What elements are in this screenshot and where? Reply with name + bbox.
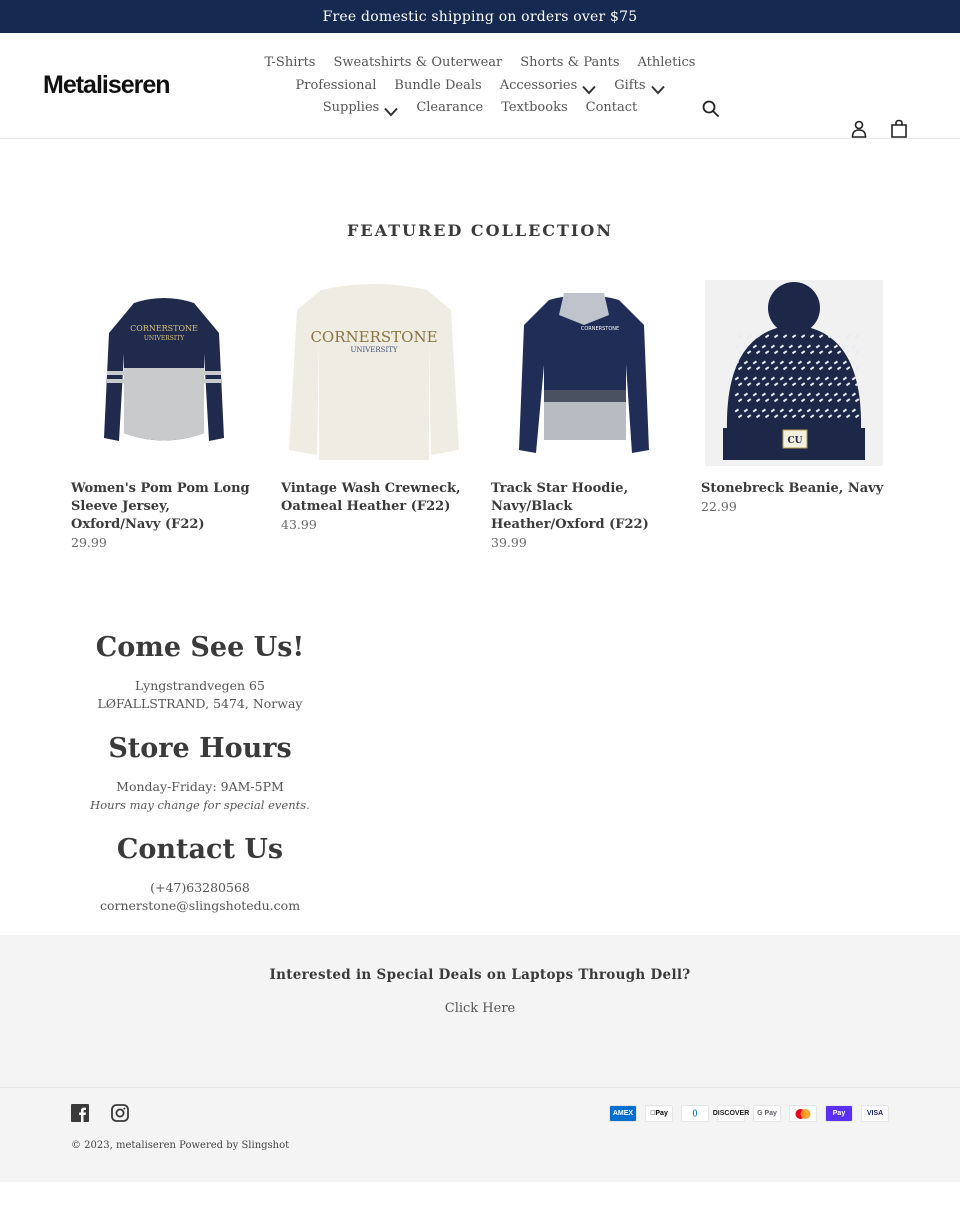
google-pay-icon: G Pay	[753, 1105, 781, 1122]
nav-item-label: Shorts & Pants	[520, 55, 620, 70]
nav-item-label: Contact	[585, 100, 638, 115]
main-content: FEATURED COLLECTION CORNERSTONE UNIVERSIT…	[0, 221, 960, 915]
nav-item-bundle-deals[interactable]: Bundle Deals	[394, 75, 481, 98]
product-image[interactable]: CU	[701, 280, 887, 466]
payment-icons: AMEX Pay () DISCOVER G Pay Pay VISA	[609, 1105, 889, 1122]
diners-club-icon: ()	[681, 1105, 709, 1122]
contact-heading: Contact Us	[116, 834, 284, 865]
announcement-text: Free domestic shipping on orders over $7…	[322, 8, 638, 25]
product-name[interactable]: Vintage Wash Crewneck, Oatmeal Heather (…	[281, 480, 467, 516]
nav-item-label: Accessories	[499, 77, 578, 93]
mastercard-icon	[789, 1105, 817, 1122]
main-nav: T-Shirts Sweatshirts & Outerwear Shorts & …	[255, 52, 705, 120]
svg-text:CORNERSTONE: CORNERSTONE	[581, 326, 619, 332]
facebook-icon[interactable]	[71, 1104, 89, 1126]
apple-pay-icon: Pay	[645, 1105, 673, 1122]
hours-heading: Store Hours	[108, 733, 292, 764]
nav-item-label: Clearance	[416, 100, 484, 115]
product-grid: CORNERSTONE UNIVERSITY Women's Pom Pom Lon…	[0, 280, 960, 552]
visit-heading: Come See Us!	[95, 632, 305, 663]
nav-item-label: Textbooks	[501, 100, 568, 115]
svg-text:UNIVERSITY: UNIVERSITY	[350, 346, 397, 354]
nav-item-accessories[interactable]: Accessories	[500, 75, 597, 98]
cart-icon[interactable]	[890, 119, 908, 143]
product-name[interactable]: Track Star Hoodie, Navy/Black Heather/Ox…	[491, 480, 677, 534]
nav-item-supplies[interactable]: Supplies	[323, 97, 399, 120]
product-card[interactable]: CU Stonebreck Beanie, Navy 22.99	[701, 280, 887, 552]
payment-label: Pay	[832, 1110, 846, 1117]
discover-icon: DISCOVER	[713, 1105, 749, 1122]
hours-note: Hours may change for special events.	[90, 798, 310, 812]
product-price: 29.99	[71, 535, 107, 550]
nav-item-gifts[interactable]: Gifts	[614, 75, 665, 98]
address-line1: Lyngstrandvegen 65	[135, 678, 265, 693]
copyright: © 2023, metaliseren Powered by Slingshot	[71, 1140, 290, 1151]
chevron-down-icon	[582, 81, 597, 95]
product-card[interactable]: CORNERSTONE UNIVERSITY Vintage Wash Crewne…	[281, 280, 467, 552]
svg-text:CORNERSTONE: CORNERSTONE	[130, 324, 198, 333]
svg-text:CORNERSTONE: CORNERSTONE	[310, 328, 437, 346]
phone-number: (+47)63280568	[150, 880, 250, 895]
nav-item-shorts-pants[interactable]: Shorts & Pants	[520, 52, 619, 75]
instagram-icon[interactable]	[111, 1104, 129, 1126]
dell-promo: Interested in Special Deals on Laptops T…	[0, 935, 960, 1088]
nav-item-label: Athletics	[637, 55, 696, 70]
payment-label: DISCOVER	[712, 1110, 750, 1117]
product-price: 43.99	[281, 517, 317, 532]
product-card[interactable]: CORNERSTONE Track Star Hoodie, Navy/Black…	[491, 280, 677, 552]
payment-label: AMEX	[612, 1110, 634, 1117]
store-hours: Monday-Friday: 9AM-5PM	[116, 779, 284, 794]
nav-item-professional[interactable]: Professional	[295, 75, 376, 98]
social-links	[71, 1104, 129, 1126]
promo-question: Interested in Special Deals on Laptops T…	[269, 967, 691, 983]
product-price: 39.99	[491, 535, 527, 550]
nav-item-label: T-Shirts	[264, 55, 316, 70]
nav-item-sweatshirts-outerwear[interactable]: Sweatshirts & Outerwear	[333, 52, 502, 75]
nav-item-label: Gifts	[614, 77, 646, 93]
chevron-down-icon	[384, 103, 399, 117]
address-line2: LØFALLSTRAND, 5474, Norway	[97, 696, 303, 711]
product-name[interactable]: Women's Pom Pom Long Sleeve Jersey, Oxfo…	[71, 480, 257, 534]
nav-item-textbooks[interactable]: Textbooks	[501, 97, 567, 120]
product-name[interactable]: Stonebreck Beanie, Navy	[701, 480, 887, 498]
email-address[interactable]: cornerstone@slingshotedu.com	[0, 897, 400, 915]
store-info: Come See Us! Lyngstrandvegen 65 LØFALLST…	[0, 632, 400, 915]
promo-click-here-link[interactable]: Click Here	[445, 1001, 516, 1016]
svg-text:CU: CU	[787, 436, 802, 446]
payment-label: G Pay	[757, 1110, 777, 1117]
nav-row: T-Shirts Sweatshirts & Outerwear Shorts & …	[255, 52, 705, 75]
featured-collection-title: FEATURED COLLECTION	[347, 221, 613, 240]
announcement-bar: Free domestic shipping on orders over $7…	[0, 0, 960, 33]
nav-item-athletics[interactable]: Athletics	[638, 52, 696, 75]
nav-row: Professional Bundle Deals Accessories Gifts	[255, 75, 705, 98]
shop-pay-icon: Pay	[825, 1105, 853, 1122]
payment-label: ()	[692, 1110, 698, 1117]
payment-label: VISA	[866, 1110, 884, 1117]
product-image[interactable]: CORNERSTONE UNIVERSITY	[71, 280, 257, 466]
nav-item-label: Bundle Deals	[394, 77, 482, 93]
visa-icon: VISA	[861, 1105, 889, 1122]
account-icon[interactable]	[850, 119, 868, 143]
nav-item-t-shirts[interactable]: T-Shirts	[265, 52, 316, 75]
nav-item-contact[interactable]: Contact	[586, 97, 638, 120]
nav-item-label: Supplies	[322, 100, 380, 115]
product-image[interactable]: CORNERSTONE	[491, 280, 677, 466]
nav-item-clearance[interactable]: Clearance	[416, 97, 483, 120]
product-card[interactable]: CORNERSTONE UNIVERSITY Women's Pom Pom Lon…	[71, 280, 257, 552]
nav-item-label: Sweatshirts & Outerwear	[333, 55, 503, 70]
american-express-icon: AMEX	[609, 1105, 637, 1122]
product-image[interactable]: CORNERSTONE UNIVERSITY	[281, 280, 467, 466]
svg-text:UNIVERSITY: UNIVERSITY	[144, 335, 185, 342]
payment-label: Pay	[650, 1110, 668, 1117]
site-footer: AMEX Pay () DISCOVER G Pay Pay VISA © 2023, m…	[0, 1088, 960, 1182]
site-header: Metaliseren T-Shirts Sweatshirts & Outerw…	[0, 33, 960, 139]
chevron-down-icon	[650, 81, 665, 95]
nav-row: Supplies Clearance Textbooks Contact	[255, 97, 705, 120]
site-logo[interactable]: Metaliseren	[43, 71, 171, 100]
product-price: 22.99	[701, 499, 737, 514]
search-icon[interactable]	[702, 100, 720, 122]
nav-item-label: Professional	[295, 77, 377, 93]
